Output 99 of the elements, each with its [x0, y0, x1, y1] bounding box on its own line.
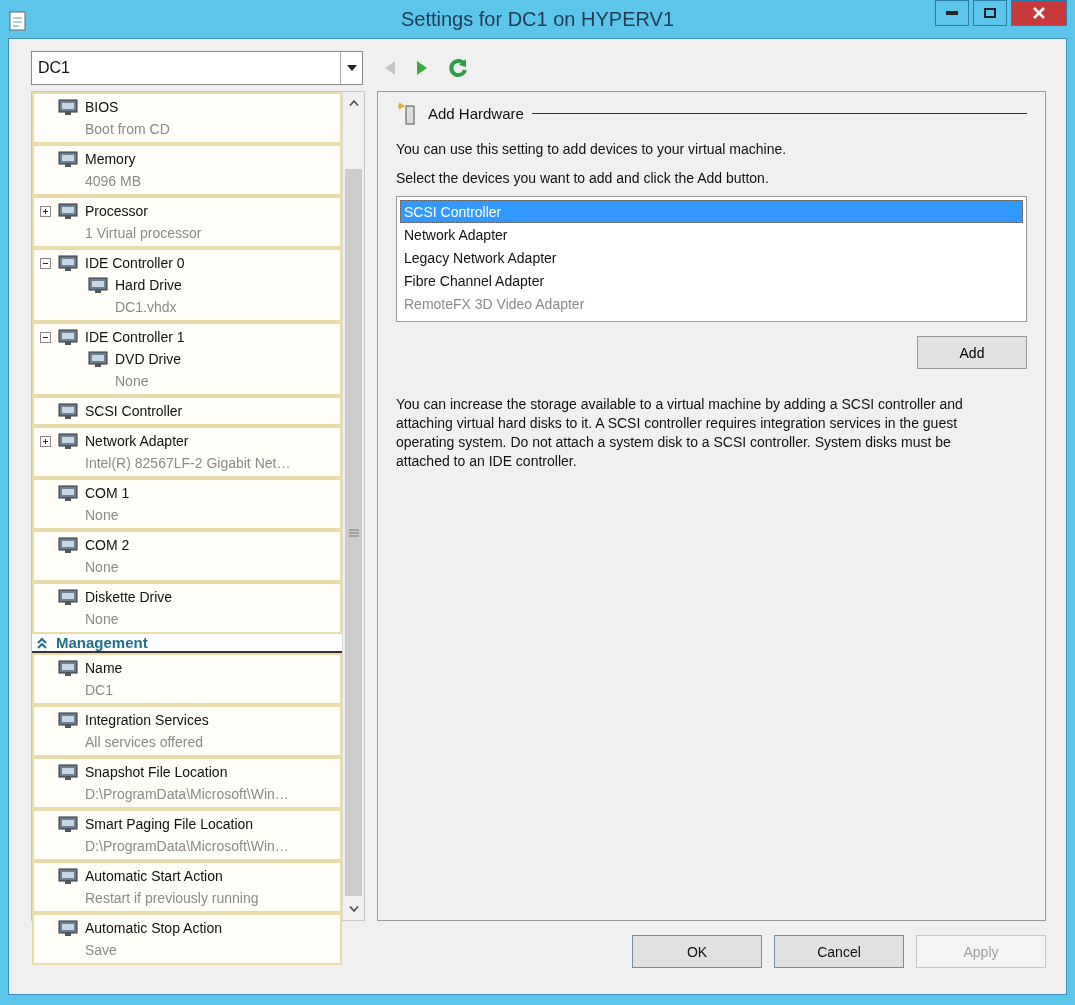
device-icon — [57, 432, 79, 450]
instruction-text: Select the devices you want to add and click the Add button. — [396, 169, 770, 188]
management-item[interactable]: Smart Paging File Location D:\ProgramData\Microsoft\Win… — [32, 809, 342, 861]
device-icon — [57, 919, 79, 937]
setting-label[interactable]: IDE Controller 0 — [85, 255, 185, 271]
setting-value: None — [84, 558, 120, 577]
collapse-chevron-icon — [36, 636, 48, 649]
window-title: Settings for DC1 on HYPERV1 — [400, 8, 675, 30]
setting-label[interactable]: Diskette Drive — [85, 589, 173, 605]
management-item[interactable]: Snapshot File Location D:\ProgramData\Microsoft\Win… — [32, 757, 342, 809]
device-icon — [57, 484, 79, 502]
setting-label[interactable]: Integration Services — [85, 712, 209, 728]
device-icon — [57, 763, 79, 781]
hardware-item[interactable]: COM 2 None — [32, 530, 342, 582]
device-icon — [87, 276, 109, 294]
device-icon — [57, 588, 79, 606]
left-triangle-icon — [383, 59, 397, 77]
setting-value: None — [84, 506, 120, 525]
device-option[interactable]: Fibre Channel Adapter — [400, 269, 1023, 292]
management-item[interactable]: Automatic Start Action Restart if previously running — [32, 861, 342, 913]
setting-value: All services offered — [84, 733, 204, 752]
dialog-button[interactable]: Cancel — [774, 935, 904, 968]
setting-value: Boot from CD — [84, 120, 171, 139]
device-option[interactable]: Network Adapter — [400, 223, 1023, 246]
device-icon — [57, 536, 79, 554]
collapse-toggle-icon[interactable] — [40, 257, 51, 269]
setting-label[interactable]: Memory — [85, 151, 136, 167]
setting-value: None — [114, 372, 150, 391]
device-icon — [57, 815, 79, 833]
hardware-item[interactable]: COM 1 None — [32, 478, 342, 530]
device-icon — [57, 659, 79, 677]
setting-label[interactable]: Hard Drive — [115, 277, 182, 293]
section-title: Add Hardware — [428, 104, 524, 122]
setting-label[interactable]: Smart Paging File Location — [85, 816, 254, 832]
setting-label[interactable]: Automatic Stop Action — [85, 920, 222, 936]
management-item[interactable]: Integration Services All services offered — [32, 705, 342, 757]
hardware-item[interactable]: BIOS Boot from CD — [32, 92, 342, 144]
setting-value: 1 Virtual processor — [84, 224, 203, 243]
device-icon — [57, 254, 79, 272]
setting-value: None — [84, 610, 120, 629]
vm-dropdown[interactable]: DC1 — [31, 51, 363, 85]
setting-label[interactable]: Processor — [85, 203, 149, 219]
setting-label[interactable]: COM 1 — [85, 485, 130, 501]
hardware-item[interactable]: Diskette Drive None — [32, 582, 342, 634]
setting-label[interactable]: Name — [85, 660, 123, 676]
grip-icon — [348, 528, 359, 537]
device-option[interactable]: Legacy Network Adapter — [400, 246, 1023, 269]
setting-label[interactable]: COM 2 — [85, 537, 130, 553]
management-item[interactable]: Automatic Stop Action Save — [32, 913, 342, 965]
maximize-button[interactable] — [973, 0, 1007, 26]
setting-label[interactable]: Automatic Start Action — [85, 868, 223, 884]
setting-label[interactable]: BIOS — [85, 99, 119, 115]
caret-icon — [346, 65, 357, 71]
setting-value: D:\ProgramData\Microsoft\Win… — [84, 837, 290, 856]
collapse-toggle-icon[interactable] — [40, 331, 51, 343]
device-icon — [57, 98, 79, 116]
maximize-icon — [984, 8, 996, 18]
device-icon — [57, 202, 79, 220]
dialog-button[interactable]: OK — [632, 935, 762, 968]
close-button[interactable] — [1011, 0, 1067, 26]
setting-value: Save — [84, 941, 118, 960]
setting-label[interactable]: IDE Controller 1 — [85, 329, 185, 345]
setting-label[interactable]: SCSI Controller — [85, 403, 183, 419]
setting-value: DC1.vhdx — [114, 298, 178, 317]
hardware-item[interactable]: IDE Controller 0 Hard Drive DC1.vhdx — [32, 248, 342, 322]
setting-value: 4096 MB — [84, 172, 143, 191]
device-icon — [57, 867, 79, 885]
info-paragraph: You can increase the storage available to a virtual machine by adding a SCSI controller and attaching virtual hard disks to it. A SCSI controller requires integration services in the guest operating system. Do not attach a system disk to a SCSI controller. System disks must be attached to an IDE controller. — [396, 395, 964, 471]
expand-toggle-icon[interactable] — [40, 435, 51, 447]
minimize-button[interactable] — [935, 0, 969, 26]
device-icon — [57, 150, 79, 168]
setting-label[interactable]: DVD Drive — [115, 351, 182, 367]
minimize-icon — [946, 11, 958, 15]
add-button[interactable]: Add — [917, 336, 1027, 369]
device-icon — [57, 711, 79, 729]
hardware-item[interactable]: SCSI Controller — [32, 396, 342, 426]
setting-label[interactable]: Snapshot File Location — [85, 764, 228, 780]
hardware-item[interactable]: Processor 1 Virtual processor — [32, 196, 342, 248]
setting-value: Restart if previously running — [84, 889, 260, 908]
scrollbar-thumb[interactable] — [345, 169, 362, 896]
section-title: Management — [56, 634, 148, 651]
settings-window-icon — [8, 10, 28, 32]
device-icon — [57, 402, 79, 420]
setting-value: Intel(R) 82567LF-2 Gigabit Net… — [84, 454, 292, 473]
refresh-icon — [447, 57, 469, 79]
management-item[interactable]: Name DC1 — [32, 653, 342, 705]
hardware-item[interactable]: Network Adapter Intel(R) 82567LF-2 Gigabit Net… — [32, 426, 342, 478]
expand-toggle-icon[interactable] — [40, 205, 51, 217]
device-icon — [87, 350, 109, 368]
device-icon — [57, 328, 79, 346]
section-header[interactable]: Management — [32, 634, 342, 653]
close-icon — [1033, 7, 1045, 19]
setting-label[interactable]: Network Adapter — [85, 433, 189, 449]
intro-text: You can use this setting to add devices to your virtual machine. — [396, 140, 788, 159]
right-triangle-icon — [415, 59, 429, 77]
setting-value: DC1 — [84, 681, 114, 700]
hardware-item[interactable]: IDE Controller 1 DVD Drive None — [32, 322, 342, 396]
setting-value: D:\ProgramData\Microsoft\Win… — [84, 785, 290, 804]
hardware-item[interactable]: Memory 4096 MB — [32, 144, 342, 196]
